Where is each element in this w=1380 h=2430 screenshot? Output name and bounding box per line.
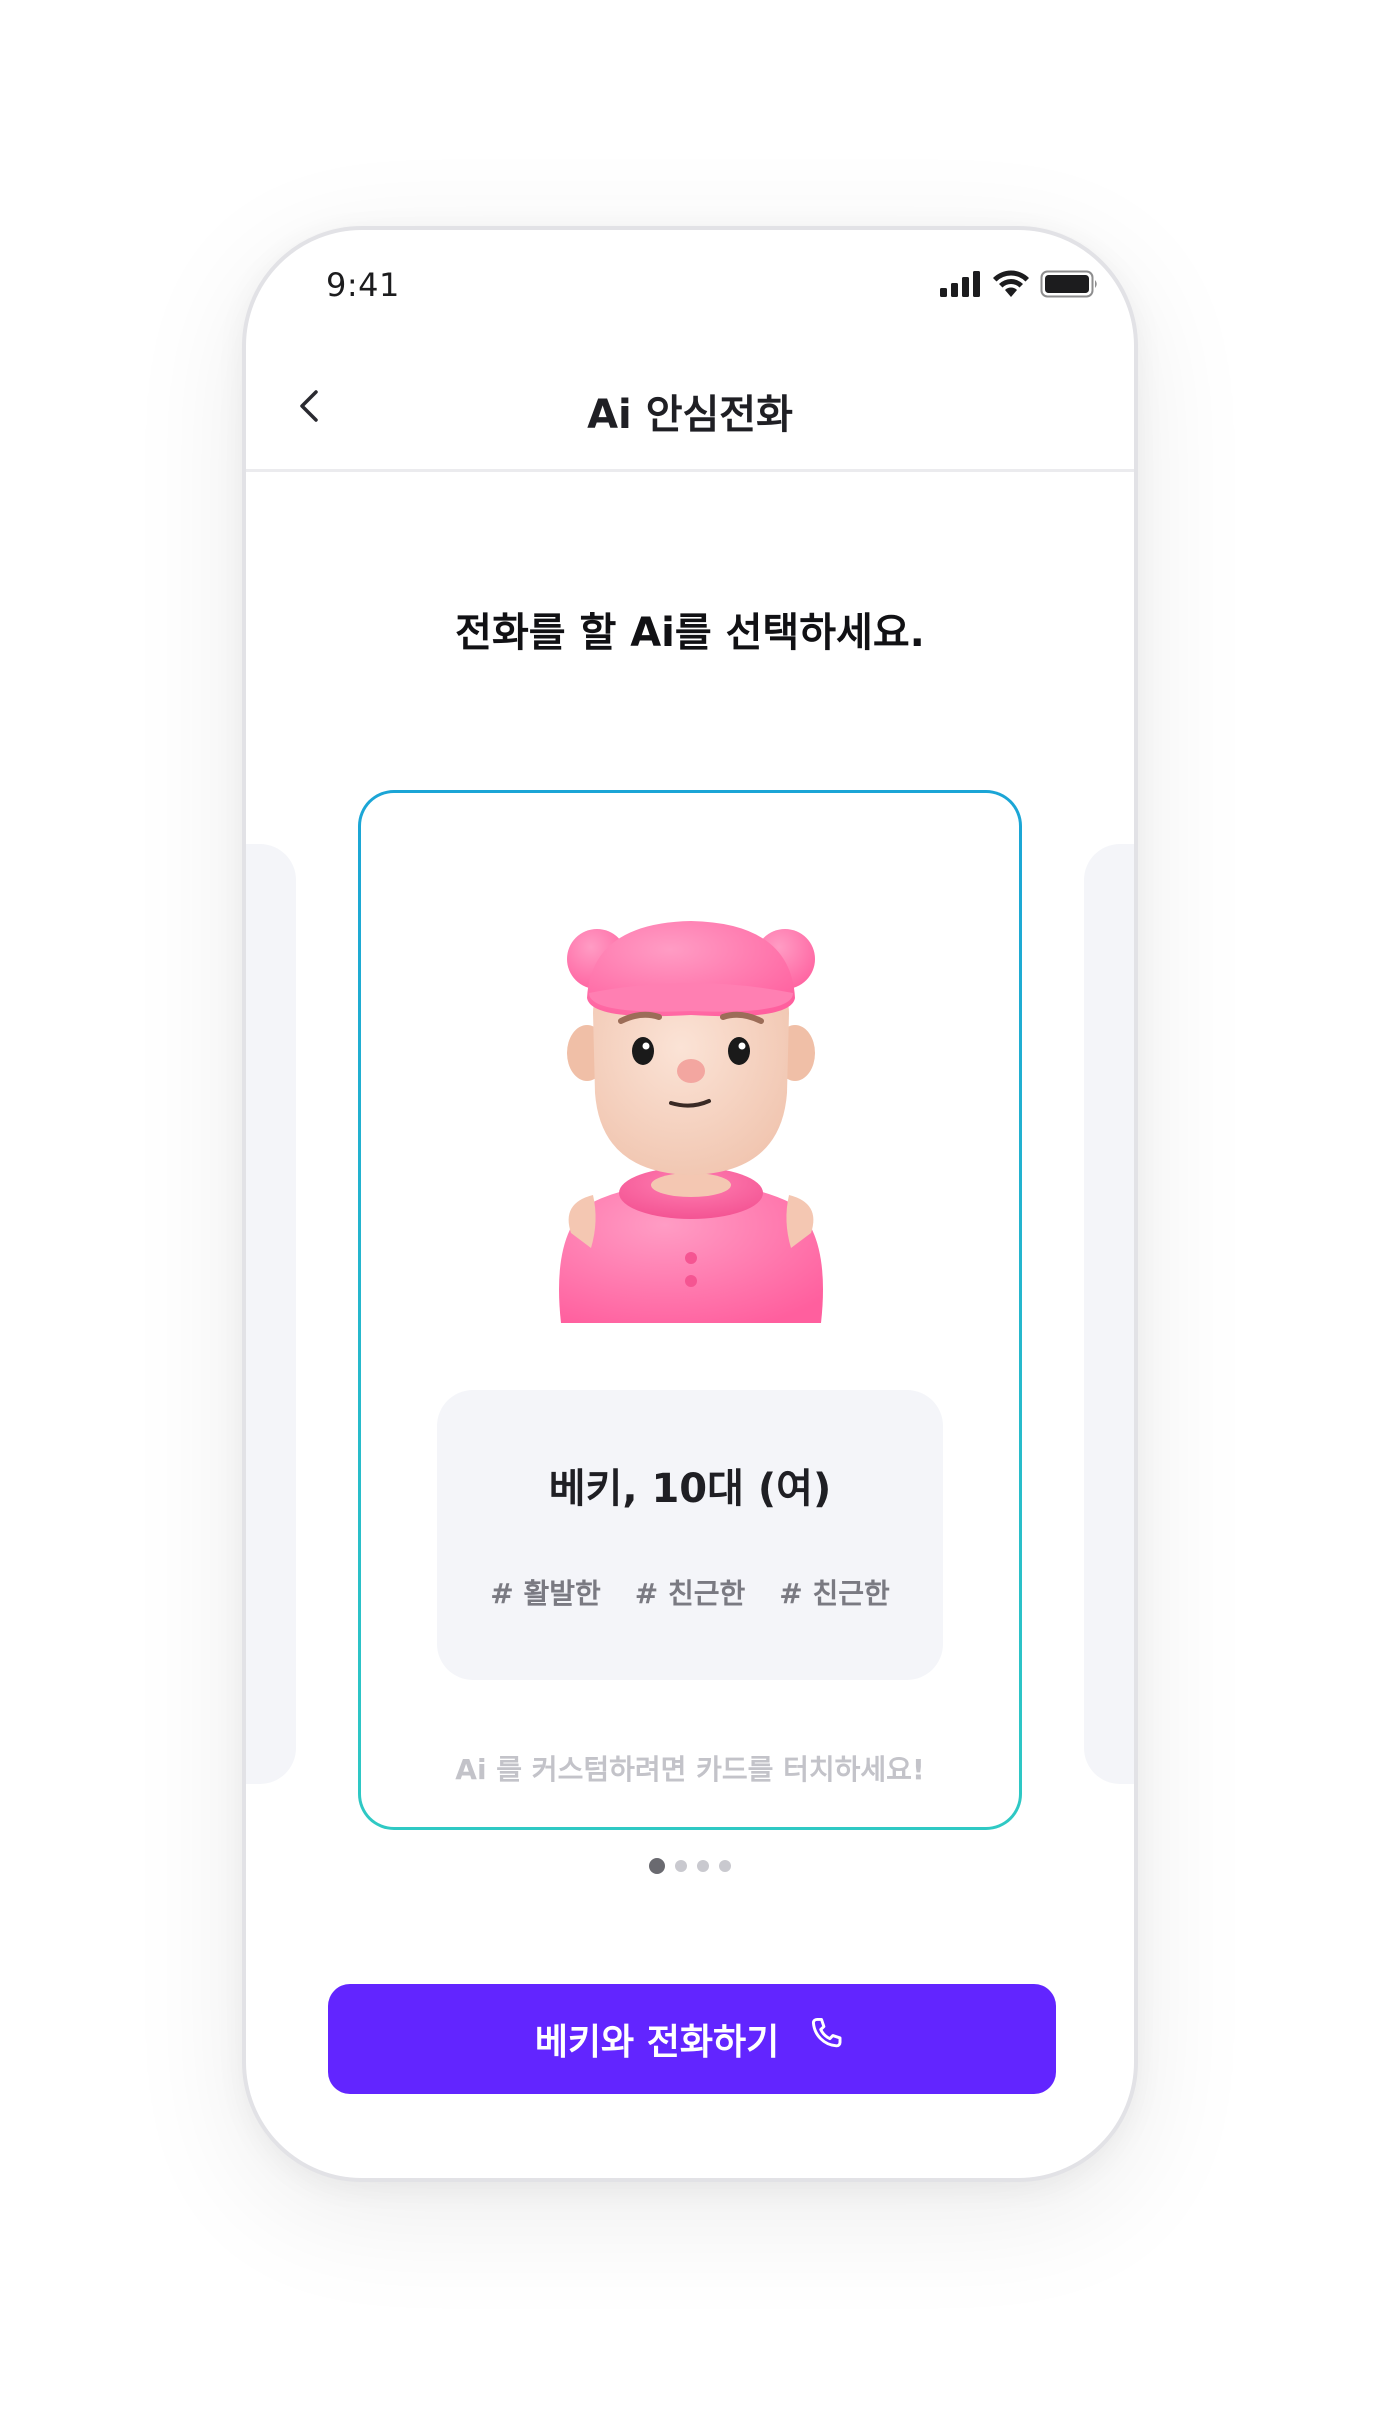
navigation-bar: Ai 안심전화 bbox=[246, 340, 1134, 472]
cellular-signal-icon bbox=[940, 271, 982, 301]
call-button-label: 베키와 전화하기 bbox=[534, 2022, 780, 2063]
phone-frame: 9:41 Ai 안심전화 전화를 할 Ai를 선택하세요. 베키, 10대 (여… bbox=[242, 226, 1138, 2182]
ai-selection-card[interactable]: 베키, 10대 (여) # 활발한 # 친근한 # 친근한 Ai 를 커스텀하려… bbox=[358, 790, 1022, 1830]
battery-icon bbox=[1040, 270, 1100, 302]
pagination-dot-active[interactable] bbox=[649, 1858, 665, 1874]
ai-tag: # 친근한 bbox=[634, 1577, 746, 1610]
status-time: 9:41 bbox=[326, 266, 400, 304]
pagination-dot[interactable] bbox=[719, 1860, 731, 1872]
ai-tags: # 활발한 # 친근한 # 친근한 bbox=[437, 1572, 943, 1612]
ai-info-box: 베키, 10대 (여) # 활발한 # 친근한 # 친근한 bbox=[437, 1390, 943, 1680]
wifi-icon bbox=[992, 270, 1030, 302]
selection-prompt: 전화를 할 Ai를 선택하세요. bbox=[455, 610, 925, 656]
customize-hint: Ai 를 커스텀하려면 카드를 터치하세요! bbox=[455, 1753, 925, 1786]
next-ai-card[interactable] bbox=[1084, 844, 1134, 1784]
carousel-pagination bbox=[246, 1858, 1134, 1874]
start-call-button[interactable]: 베키와 전화하기 bbox=[328, 1984, 1056, 2094]
pagination-dot[interactable] bbox=[675, 1860, 687, 1872]
ai-tag: # 친근한 bbox=[779, 1577, 890, 1610]
ai-tag: # 활발한 bbox=[490, 1577, 601, 1610]
pagination-dot[interactable] bbox=[697, 1860, 709, 1872]
status-bar: 9:41 bbox=[246, 230, 1134, 340]
phone-icon bbox=[805, 2013, 849, 2066]
ai-name: 베키, 10대 (여) bbox=[548, 1466, 832, 1512]
ai-avatar-illustration bbox=[541, 903, 841, 1323]
status-icons bbox=[940, 270, 1100, 302]
page-title: Ai 안심전화 bbox=[587, 392, 793, 438]
previous-ai-card[interactable] bbox=[246, 844, 296, 1784]
